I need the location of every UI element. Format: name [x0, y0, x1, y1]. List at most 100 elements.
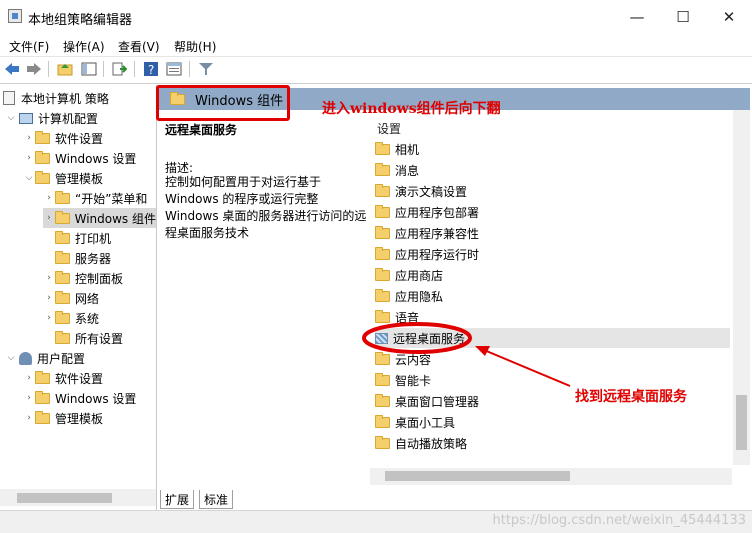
chevron-right-icon[interactable]: › — [23, 133, 35, 143]
chevron-right-icon[interactable]: › — [23, 393, 35, 403]
settings-list-item[interactable]: 演示文稿设置 — [375, 181, 467, 201]
settings-column-header[interactable]: 设置 — [377, 120, 401, 137]
export-list-icon[interactable] — [110, 60, 128, 78]
user-icon — [19, 351, 32, 365]
forward-arrow-icon[interactable] — [25, 60, 43, 78]
tab-extended[interactable]: 扩展 — [160, 490, 195, 509]
details-scrollbar-thumb[interactable] — [736, 395, 747, 450]
folder-icon — [35, 390, 50, 404]
settings-list-item[interactable]: 应用程序包部署 — [375, 202, 479, 222]
tab-standard[interactable]: 标准 — [199, 490, 234, 509]
menu-file[interactable]: 文件(F) — [9, 38, 49, 55]
annotation-scroll-down: 进入windows组件后向下翻 — [322, 101, 501, 117]
tree-label: “开始”菜单和 — [75, 191, 148, 206]
folder-icon — [55, 310, 70, 324]
tree-all-settings[interactable]: 所有设置 — [55, 328, 123, 348]
tree-control-panel[interactable]: › 控制面板 — [43, 268, 123, 288]
settings-item-label: 应用程序兼容性 — [395, 226, 480, 241]
settings-list-item[interactable]: 消息 — [375, 160, 419, 180]
folder-icon — [35, 150, 50, 164]
tree-label: 打印机 — [75, 231, 112, 246]
tree-label: Windows 设置 — [55, 391, 137, 406]
chevron-right-icon[interactable]: › — [43, 193, 55, 203]
close-button[interactable]: ✕ — [706, 0, 752, 34]
folder-icon — [375, 141, 390, 155]
show-hide-tree-icon[interactable] — [80, 60, 98, 78]
settings-list-item[interactable]: 应用隐私 — [375, 286, 443, 306]
settings-item-label: 演示文稿设置 — [395, 184, 468, 199]
tree-label: 网络 — [75, 291, 100, 306]
up-folder-icon[interactable] — [56, 60, 74, 78]
menu-action[interactable]: 操作(A) — [63, 38, 105, 55]
watermark: https://blog.csdn.net/weixin_45444133 — [492, 513, 746, 528]
tree-cc-software[interactable]: › 软件设置 — [23, 128, 103, 148]
tree-uc-admin[interactable]: › 管理模板 — [23, 408, 103, 428]
folder-icon — [55, 290, 70, 304]
chevron-down-icon[interactable]: ⌵ — [5, 353, 17, 363]
policy-doc-icon — [3, 91, 15, 105]
menu-bar — [0, 34, 752, 56]
tree-computer-config[interactable]: ⌵ 计算机配置 — [5, 108, 98, 128]
tree-start-menu[interactable]: › “开始”菜单和 — [43, 188, 147, 208]
chevron-right-icon[interactable]: › — [23, 153, 35, 163]
minimize-button[interactable]: — — [614, 0, 660, 34]
folder-icon — [375, 393, 390, 407]
settings-item-label: 桌面窗口管理器 — [395, 394, 480, 409]
toolbar-separator — [189, 61, 190, 77]
description-body: 控制如何配置用于对运行基于 Windows 的程序或运行完整 Windows 桌… — [165, 175, 367, 240]
tree-label: 系统 — [75, 311, 100, 326]
settings-list-item[interactable]: 应用商店 — [375, 265, 443, 285]
chevron-right-icon[interactable]: › — [43, 293, 55, 303]
details-hscrollbar-thumb[interactable] — [385, 471, 570, 481]
filter-icon[interactable] — [197, 60, 215, 78]
settings-list-item[interactable]: 应用程序运行时 — [375, 244, 479, 264]
tree-uc-software[interactable]: › 软件设置 — [23, 368, 103, 388]
menu-view[interactable]: 查看(V) — [118, 38, 160, 55]
properties-icon[interactable] — [165, 60, 183, 78]
tree-label: 控制面板 — [75, 271, 124, 286]
app-icon — [8, 9, 22, 23]
chevron-right-icon[interactable]: › — [23, 413, 35, 423]
tree-scrollbar-thumb[interactable] — [17, 493, 112, 503]
menu-help[interactable]: 帮助(H) — [174, 38, 216, 55]
maximize-button[interactable]: ☐ — [660, 0, 706, 34]
tree-uc-windows[interactable]: › Windows 设置 — [23, 388, 136, 408]
highlight-ellipse — [362, 322, 472, 354]
settings-list-item[interactable]: 自动播放策略 — [375, 433, 467, 453]
tree-label: Windows 组件 — [74, 211, 156, 226]
back-arrow-icon[interactable] — [3, 60, 21, 78]
settings-list-item[interactable]: 应用程序兼容性 — [375, 223, 479, 243]
all-settings-icon — [55, 330, 70, 344]
settings-list-item[interactable]: 相机 — [375, 139, 419, 159]
chevron-down-icon[interactable]: ⌵ — [5, 113, 17, 123]
tree-label: 管理模板 — [55, 411, 104, 426]
tree-cc-windows[interactable]: › Windows 设置 — [23, 148, 136, 168]
tree-windows-components[interactable]: › Windows 组件 — [43, 208, 156, 228]
tree-printers[interactable]: 打印机 — [55, 228, 111, 248]
chevron-right-icon[interactable]: › — [43, 273, 55, 283]
tree-servers[interactable]: 服务器 — [55, 248, 111, 268]
chevron-right-icon[interactable]: › — [43, 213, 55, 223]
chevron-right-icon[interactable]: › — [43, 313, 55, 323]
folder-icon — [375, 225, 390, 239]
chevron-down-icon[interactable]: ⌵ — [23, 173, 35, 183]
help-icon[interactable]: ? — [142, 60, 160, 78]
tree-root[interactable]: 本地计算机 策略 — [3, 88, 109, 108]
toolbar-separator — [103, 61, 104, 77]
annotation-find-rds: 找到远程桌面服务 — [575, 389, 687, 405]
tree-label: 计算机配置 — [38, 111, 99, 126]
folder-icon — [375, 288, 390, 302]
settings-item-label: 消息 — [395, 163, 420, 178]
tree-user-config[interactable]: ⌵ 用户配置 — [5, 348, 85, 368]
tree-system[interactable]: › 系统 — [43, 308, 99, 328]
toolbar-separator — [48, 61, 49, 77]
folder-icon — [55, 250, 70, 264]
folder-icon — [35, 410, 50, 424]
computer-icon — [19, 112, 33, 124]
tree-network[interactable]: › 网络 — [43, 288, 99, 308]
settings-list-item[interactable]: 桌面小工具 — [375, 412, 455, 432]
chevron-right-icon[interactable]: › — [23, 373, 35, 383]
folder-icon — [375, 183, 390, 197]
tree-cc-admin[interactable]: ⌵ 管理模板 — [23, 168, 103, 188]
tree-label: 本地计算机 策略 — [21, 91, 109, 106]
